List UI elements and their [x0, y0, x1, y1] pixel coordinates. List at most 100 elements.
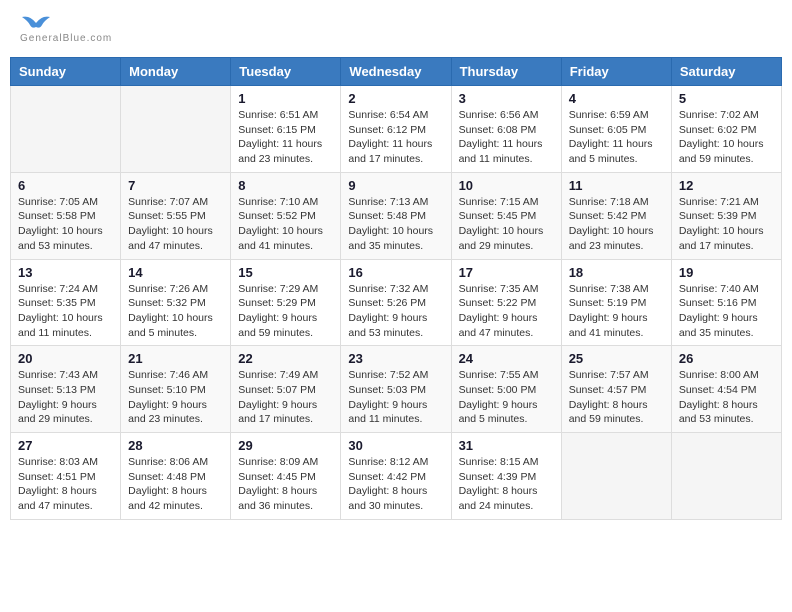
day-number: 1 — [238, 91, 333, 106]
calendar-cell: 4Sunrise: 6:59 AM Sunset: 6:05 PM Daylig… — [561, 86, 671, 173]
calendar-cell — [561, 433, 671, 520]
calendar-cell: 14 Sunrise: 7:26 AM Sunset: 5:32 PM Dayli… — [121, 259, 231, 346]
day-info: Sunrise: 6:54 AM Sunset: 6:12 PM Dayligh… — [348, 108, 443, 167]
day-number: 3 — [459, 91, 554, 106]
weekday-header-saturday: Saturday — [671, 58, 781, 86]
day-info: Sunrise: 7:10 AM Sunset: 5:52 PM Dayligh… — [238, 195, 333, 254]
calendar-cell: 25 Sunrise: 7:57 AM Sunset: 4:57 PM Dayli… — [561, 346, 671, 433]
calendar-cell: 12 Sunrise: 7:21 AM Sunset: 5:39 PM Dayli… — [671, 172, 781, 259]
day-info: Sunrise: 7:15 AM Sunset: 5:45 PM Dayligh… — [459, 195, 554, 254]
weekday-header-friday: Friday — [561, 58, 671, 86]
calendar-cell: 27 Sunrise: 8:03 AM Sunset: 4:51 PM Dayli… — [11, 433, 121, 520]
day-info: Sunrise: 8:09 AM Sunset: 4:45 PM Dayligh… — [238, 455, 333, 514]
calendar-cell: 28 Sunrise: 8:06 AM Sunset: 4:48 PM Dayli… — [121, 433, 231, 520]
page-header: GeneralBlue.com — [10, 10, 782, 49]
calendar-cell: 26 Sunrise: 8:00 AM Sunset: 4:54 PM Dayli… — [671, 346, 781, 433]
day-number: 24 — [459, 351, 554, 366]
calendar-table: SundayMondayTuesdayWednesdayThursdayFrid… — [10, 57, 782, 520]
day-number: 7 — [128, 178, 223, 193]
day-number: 12 — [679, 178, 774, 193]
day-number: 22 — [238, 351, 333, 366]
day-number: 29 — [238, 438, 333, 453]
day-number: 28 — [128, 438, 223, 453]
weekday-header-tuesday: Tuesday — [231, 58, 341, 86]
day-number: 18 — [569, 265, 664, 280]
day-info: Sunrise: 7:26 AM Sunset: 5:32 PM Dayligh… — [128, 282, 223, 341]
weekday-header-wednesday: Wednesday — [341, 58, 451, 86]
day-number: 8 — [238, 178, 333, 193]
day-info: Sunrise: 7:52 AM Sunset: 5:03 PM Dayligh… — [348, 368, 443, 427]
calendar-cell — [121, 86, 231, 173]
calendar-cell — [671, 433, 781, 520]
calendar-cell: 17Sunrise: 7:35 AM Sunset: 5:22 PM Dayli… — [451, 259, 561, 346]
day-info: Sunrise: 6:56 AM Sunset: 6:08 PM Dayligh… — [459, 108, 554, 167]
weekday-header-row: SundayMondayTuesdayWednesdayThursdayFrid… — [11, 58, 782, 86]
logo-bird-icon — [22, 15, 50, 35]
day-info: Sunrise: 7:07 AM Sunset: 5:55 PM Dayligh… — [128, 195, 223, 254]
day-number: 11 — [569, 178, 664, 193]
day-info: Sunrise: 7:24 AM Sunset: 5:35 PM Dayligh… — [18, 282, 113, 341]
day-info: Sunrise: 8:12 AM Sunset: 4:42 PM Dayligh… — [348, 455, 443, 514]
day-info: Sunrise: 7:13 AM Sunset: 5:48 PM Dayligh… — [348, 195, 443, 254]
calendar-cell: 30Sunrise: 8:12 AM Sunset: 4:42 PM Dayli… — [341, 433, 451, 520]
day-number: 17 — [459, 265, 554, 280]
day-number: 27 — [18, 438, 113, 453]
calendar-cell: 11 Sunrise: 7:18 AM Sunset: 5:42 PM Dayli… — [561, 172, 671, 259]
day-number: 26 — [679, 351, 774, 366]
day-info: Sunrise: 7:32 AM Sunset: 5:26 PM Dayligh… — [348, 282, 443, 341]
day-info: Sunrise: 7:49 AM Sunset: 5:07 PM Dayligh… — [238, 368, 333, 427]
day-number: 16 — [348, 265, 443, 280]
calendar-cell: 22 Sunrise: 7:49 AM Sunset: 5:07 PM Dayli… — [231, 346, 341, 433]
calendar-cell: 5Sunrise: 7:02 AM Sunset: 6:02 PM Daylig… — [671, 86, 781, 173]
day-number: 13 — [18, 265, 113, 280]
day-number: 9 — [348, 178, 443, 193]
day-info: Sunrise: 7:05 AM Sunset: 5:58 PM Dayligh… — [18, 195, 113, 254]
day-info: Sunrise: 7:57 AM Sunset: 4:57 PM Dayligh… — [569, 368, 664, 427]
day-number: 21 — [128, 351, 223, 366]
calendar-cell: 13 Sunrise: 7:24 AM Sunset: 5:35 PM Dayli… — [11, 259, 121, 346]
calendar-cell: 2 Sunrise: 6:54 AM Sunset: 6:12 PM Daylig… — [341, 86, 451, 173]
day-number: 2 — [348, 91, 443, 106]
calendar-cell: 3 Sunrise: 6:56 AM Sunset: 6:08 PM Daylig… — [451, 86, 561, 173]
day-number: 19 — [679, 265, 774, 280]
day-info: Sunrise: 7:29 AM Sunset: 5:29 PM Dayligh… — [238, 282, 333, 341]
calendar-cell: 1Sunrise: 6:51 AM Sunset: 6:15 PM Daylig… — [231, 86, 341, 173]
day-number: 23 — [348, 351, 443, 366]
calendar-cell: 19 Sunrise: 7:40 AM Sunset: 5:16 PM Dayli… — [671, 259, 781, 346]
calendar-cell: 15 Sunrise: 7:29 AM Sunset: 5:29 PM Dayli… — [231, 259, 341, 346]
calendar-cell: 10 Sunrise: 7:15 AM Sunset: 5:45 PM Dayli… — [451, 172, 561, 259]
calendar-cell: 29 Sunrise: 8:09 AM Sunset: 4:45 PM Dayli… — [231, 433, 341, 520]
calendar-cell: 7 Sunrise: 7:07 AM Sunset: 5:55 PM Daylig… — [121, 172, 231, 259]
day-info: Sunrise: 7:21 AM Sunset: 5:39 PM Dayligh… — [679, 195, 774, 254]
day-info: Sunrise: 7:38 AM Sunset: 5:19 PM Dayligh… — [569, 282, 664, 341]
calendar-cell: 23 Sunrise: 7:52 AM Sunset: 5:03 PM Dayli… — [341, 346, 451, 433]
calendar-week-4: 20Sunrise: 7:43 AM Sunset: 5:13 PM Dayli… — [11, 346, 782, 433]
day-info: Sunrise: 8:06 AM Sunset: 4:48 PM Dayligh… — [128, 455, 223, 514]
calendar-cell: 9 Sunrise: 7:13 AM Sunset: 5:48 PM Daylig… — [341, 172, 451, 259]
calendar-cell: 18 Sunrise: 7:38 AM Sunset: 5:19 PM Dayli… — [561, 259, 671, 346]
day-info: Sunrise: 7:46 AM Sunset: 5:10 PM Dayligh… — [128, 368, 223, 427]
day-number: 20 — [18, 351, 113, 366]
calendar-cell: 24 Sunrise: 7:55 AM Sunset: 5:00 PM Dayli… — [451, 346, 561, 433]
day-number: 6 — [18, 178, 113, 193]
calendar-cell: 31Sunrise: 8:15 AM Sunset: 4:39 PM Dayli… — [451, 433, 561, 520]
calendar-cell: 20Sunrise: 7:43 AM Sunset: 5:13 PM Dayli… — [11, 346, 121, 433]
calendar-week-3: 13 Sunrise: 7:24 AM Sunset: 5:35 PM Dayli… — [11, 259, 782, 346]
calendar-cell: 21 Sunrise: 7:46 AM Sunset: 5:10 PM Dayli… — [121, 346, 231, 433]
day-info: Sunrise: 6:59 AM Sunset: 6:05 PM Dayligh… — [569, 108, 664, 167]
day-info: Sunrise: 8:03 AM Sunset: 4:51 PM Dayligh… — [18, 455, 113, 514]
day-number: 10 — [459, 178, 554, 193]
day-info: Sunrise: 7:40 AM Sunset: 5:16 PM Dayligh… — [679, 282, 774, 341]
calendar-cell: 16 Sunrise: 7:32 AM Sunset: 5:26 PM Dayli… — [341, 259, 451, 346]
day-number: 15 — [238, 265, 333, 280]
day-number: 25 — [569, 351, 664, 366]
weekday-header-sunday: Sunday — [11, 58, 121, 86]
day-info: Sunrise: 7:18 AM Sunset: 5:42 PM Dayligh… — [569, 195, 664, 254]
day-info: Sunrise: 8:15 AM Sunset: 4:39 PM Dayligh… — [459, 455, 554, 514]
day-number: 5 — [679, 91, 774, 106]
day-info: Sunrise: 8:00 AM Sunset: 4:54 PM Dayligh… — [679, 368, 774, 427]
calendar-cell: 8 Sunrise: 7:10 AM Sunset: 5:52 PM Daylig… — [231, 172, 341, 259]
day-number: 14 — [128, 265, 223, 280]
calendar-week-5: 27 Sunrise: 8:03 AM Sunset: 4:51 PM Dayli… — [11, 433, 782, 520]
day-info: Sunrise: 7:55 AM Sunset: 5:00 PM Dayligh… — [459, 368, 554, 427]
